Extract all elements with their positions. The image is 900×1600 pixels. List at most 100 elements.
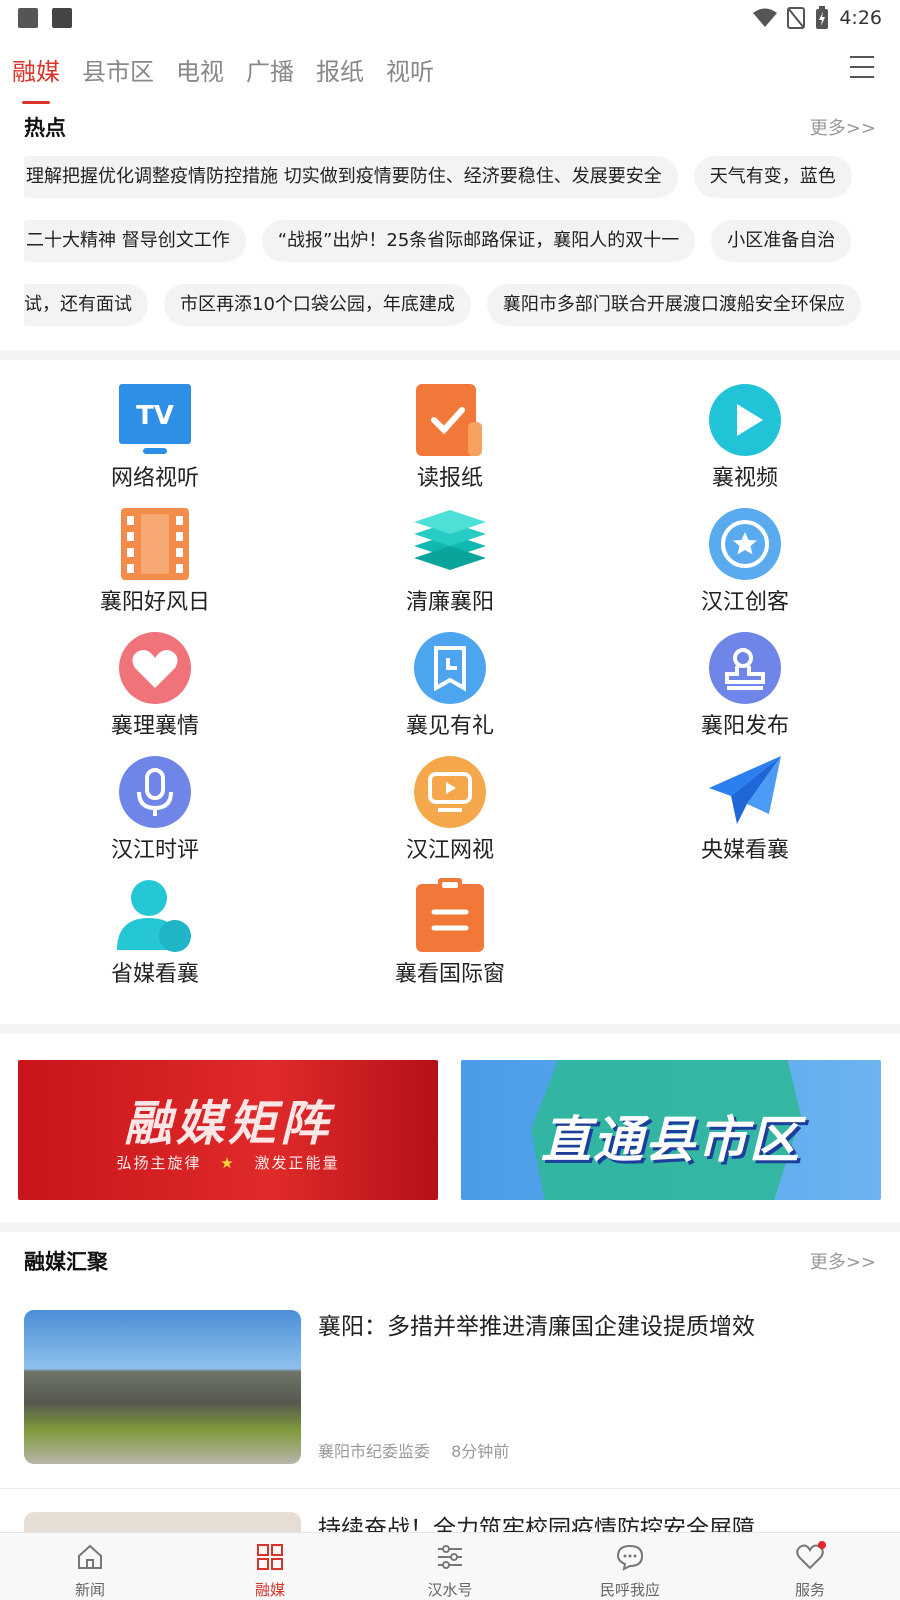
clock-time: 4:26 [839,7,882,29]
hot-chip[interactable]: 小区准备自治 [711,220,852,262]
clipboard-icon [412,878,488,954]
grid-item-central-media[interactable]: 央媒看襄 [645,754,845,866]
grid-item-clean-xiangyang[interactable]: 清廉襄阳 [350,506,550,618]
grid-label: 清廉襄阳 [405,590,494,615]
tab-radio[interactable]: 广播 [246,52,294,92]
grid-label: 襄阳好风日 [99,590,210,615]
grid-item-xiangli-xiangqing[interactable]: 襄理襄情 [55,630,255,742]
gather-section-header: 融媒汇聚 更多>> [24,1246,876,1276]
hot-chip[interactable]: 市区再添10个口袋公园，年底建成 [164,284,471,326]
grid-label: 汉江时评 [110,838,199,863]
section-divider [0,1222,900,1232]
grid-item-read-newspaper[interactable]: 读报纸 [350,382,550,494]
paper-plane-icon [707,754,783,830]
grid-label: 网络视听 [110,466,199,491]
grid-item-provincial-media[interactable]: 省媒看襄 [55,878,255,990]
star-badge-icon [707,506,783,582]
no-sim-icon [787,7,806,29]
nav-rongmei[interactable]: 融媒 [180,1533,360,1600]
banner-direct-county[interactable]: 直通县市区 [461,1060,881,1200]
microphone-icon [117,754,193,830]
tab-audiovisual[interactable]: 视听 [386,52,434,92]
clock-bookmark-icon [412,630,488,706]
gather-more-link[interactable]: 更多>> [810,1248,876,1274]
nav-citizen-response[interactable]: 民呼我应 [540,1533,720,1600]
home-icon [78,1544,102,1569]
news-item[interactable]: 襄阳：多措并举推进清廉国企建设提质增效 襄阳市纪委监委 8分钟前 [24,1310,876,1466]
grid-item-good-wind[interactable]: 襄阳好风日 [55,506,255,618]
banner-sub-right: 激发正能量 [254,1154,340,1172]
grid-label: 读报纸 [416,466,483,491]
grid-label: 汉江网视 [405,838,494,863]
grid-item-xiangjian-youli[interactable]: 襄见有礼 [350,630,550,742]
tab-tv[interactable]: 电视 [176,52,224,92]
top-tab-bar: 融媒 县市区 电视 广播 报纸 视听 [0,44,900,104]
hot-chip[interactable]: 理解把握优化调整疫情防控措施 切实做到疫情要防住、经济要稳住、发展要安全 [24,156,678,198]
notification-dot [818,1541,826,1549]
news-meta: 襄阳市纪委监委 8分钟前 [318,1438,525,1462]
grid-label: 襄见有礼 [405,714,494,739]
section-divider [0,350,900,360]
hot-more-link[interactable]: 更多>> [810,114,876,140]
play-icon [707,382,783,458]
grid-item-international-window[interactable]: 襄看国际窗 [350,878,550,990]
stamp-icon [707,630,783,706]
grid-label: 襄视频 [711,466,778,491]
news-thumbnail [24,1512,301,1532]
sliders-icon [438,1545,462,1569]
font-a-icon [52,8,72,28]
hot-section-title: 热点 [24,115,66,140]
wifi-icon [753,8,778,27]
battery-charging-icon [816,6,829,29]
tab-newspaper[interactable]: 报纸 [316,52,364,92]
banner-title: 直通县市区 [541,1111,801,1169]
grid-item-hanjiang-maker[interactable]: 汉江创客 [645,506,845,618]
section-divider [0,1024,900,1034]
svg-text:TV: TV [136,401,174,431]
grid-label: 襄阳发布 [700,714,789,739]
hot-chip[interactable]: 天气有变，蓝色 [693,156,852,198]
grid-label: 襄理襄情 [110,714,199,739]
news-divider [0,1488,900,1489]
grid-icon [257,1544,283,1570]
tab-county[interactable]: 县市区 [82,52,154,92]
nav-label: 融媒 [254,1581,285,1599]
hot-chip-row: 试，还有面试 市区再添10个口袋公园，年底建成 襄阳市多部门联合开展渡口渡船安全… [24,284,861,326]
bottom-nav: 新闻 融媒 汉水号 民呼我应 服务 [0,1532,900,1600]
grid-label: 襄看国际窗 [394,962,505,987]
news-source: 襄阳市纪委监委 [318,1442,431,1461]
hot-chip[interactable]: 试，还有面试 [24,284,148,326]
hot-chip[interactable]: “战报”出炉！25条省际邮路保证，襄阳人的双十一 [261,220,696,262]
banner-rongmei-matrix[interactable]: 融媒矩阵 弘扬主旋律 ★ 激发正能量 [18,1060,438,1200]
menu-icon[interactable] [850,56,874,78]
news-title: 襄阳：多措并举推进清廉国企建设提质增效 [318,1314,755,1340]
grid-item-network-av[interactable]: TV 网络视听 [55,382,255,494]
tab-rongmei[interactable]: 融媒 [12,52,60,104]
nav-service[interactable]: 服务 [720,1533,900,1600]
hot-chip-row: 二十大精神 督导创文工作 “战报”出炉！25条省际邮路保证，襄阳人的双十一 小区… [24,220,852,262]
layers-icon [412,506,488,582]
news-title: 持续奋战！全力筑牢校园疫情防控安全屏障 [318,1516,755,1532]
banner-title: 融媒矩阵 [123,1096,332,1152]
hot-chip-row: 理解把握优化调整疫情防控措施 切实做到疫情要防住、经济要稳住、发展要安全 天气有… [24,156,852,198]
video-screen-icon [412,754,488,830]
newspaper-check-icon [412,382,488,458]
nav-news[interactable]: 新闻 [0,1533,180,1600]
nav-hanshui[interactable]: 汉水号 [360,1533,540,1600]
news-item[interactable]: 持续奋战！全力筑牢校园疫情防控安全屏障 [24,1512,876,1532]
grid-item-xiangyang-release[interactable]: 襄阳发布 [645,630,845,742]
news-thumbnail [24,1310,301,1464]
chat-icon [616,1544,644,1571]
nav-label: 新闻 [74,1581,105,1599]
tv-icon: TV [117,382,193,458]
hot-chip-area: 理解把握优化调整疫情防控措施 切实做到疫情要防住、经济要稳住、发展要安全 天气有… [24,152,876,332]
grid-item-hanjiang-review[interactable]: 汉江时评 [55,754,255,866]
grid-item-xiang-video[interactable]: 襄视频 [645,382,845,494]
hot-chip[interactable]: 襄阳市多部门联合开展渡口渡船安全环保应 [486,284,861,326]
grid-label: 央媒看襄 [700,838,789,863]
hot-chip[interactable]: 二十大精神 督导创文工作 [24,220,246,262]
grid-label: 省媒看襄 [110,962,199,987]
nav-label: 汉水号 [427,1581,473,1599]
news-time: 8分钟前 [451,1442,510,1461]
grid-item-hanjiang-webtv[interactable]: 汉江网视 [350,754,550,866]
